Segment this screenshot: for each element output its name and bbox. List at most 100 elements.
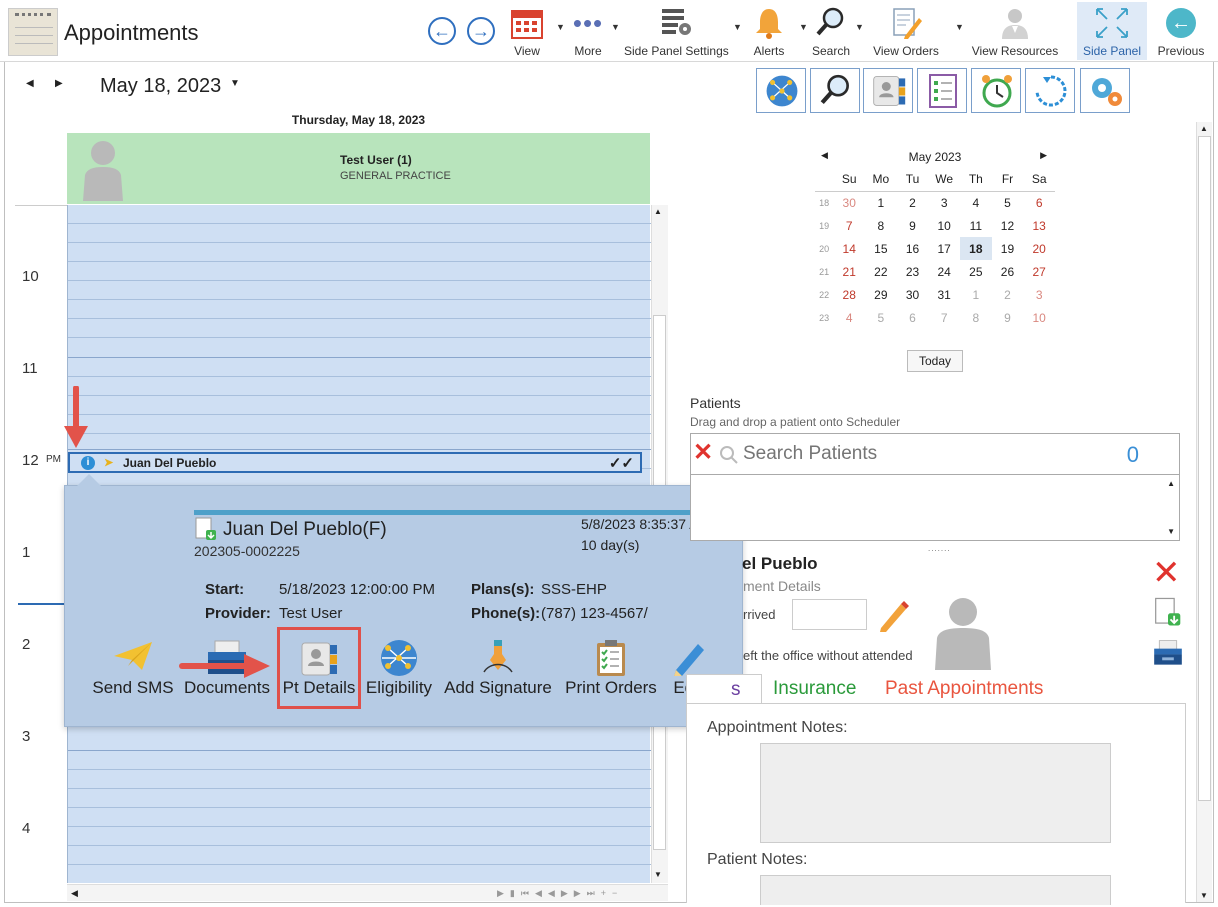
calendar-day[interactable]: 2 bbox=[897, 191, 929, 214]
calendar-day[interactable]: 7 bbox=[928, 306, 960, 329]
calendar-day[interactable]: 6 bbox=[897, 306, 929, 329]
calendar-day[interactable]: 4 bbox=[833, 306, 865, 329]
calendar-day[interactable]: 23 bbox=[897, 260, 929, 283]
calendar-day[interactable]: 21 bbox=[833, 260, 865, 283]
list-panel-button[interactable] bbox=[917, 68, 967, 113]
calendar-day[interactable]: 10 bbox=[1023, 306, 1055, 329]
calendar-day[interactable]: 6 bbox=[1023, 191, 1055, 214]
view-orders-button[interactable]: View Orders bbox=[868, 4, 944, 60]
calendar-day[interactable]: 1 bbox=[960, 283, 992, 306]
pt-details-button[interactable]: Pt Details bbox=[277, 627, 361, 709]
remove-icon[interactable]: ✕ bbox=[1152, 556, 1181, 590]
eligibility-button[interactable]: Eligibility bbox=[361, 636, 437, 706]
calendar-day[interactable]: 30 bbox=[897, 283, 929, 306]
back-arrow-icon[interactable]: ← bbox=[428, 17, 456, 45]
nav-buttons[interactable]: ▶▮⏮◀◀▶▶⏭+− bbox=[497, 888, 623, 899]
alarm-panel-button[interactable] bbox=[971, 68, 1021, 113]
list-scroll-up-icon[interactable]: ▲ bbox=[1167, 479, 1175, 488]
appointment-block[interactable]: i ➤ Juan Del Pueblo ✓✓ bbox=[68, 452, 642, 473]
more-dropdown-icon[interactable]: ▼ bbox=[611, 22, 620, 32]
calendar-day[interactable]: 30 bbox=[833, 191, 865, 214]
previous-button[interactable]: ← Previous bbox=[1152, 4, 1210, 60]
calendar-day[interactable]: 19 bbox=[992, 237, 1024, 260]
search-panel-button[interactable] bbox=[810, 68, 860, 113]
calendar-day[interactable]: 14 bbox=[833, 237, 865, 260]
calendar-day[interactable]: 7 bbox=[833, 214, 865, 237]
scroll-left-icon[interactable]: ◀ bbox=[71, 888, 78, 899]
grid-horizontal-scrollbar[interactable]: ◀ ▶▮⏮◀◀▶▶⏭+− bbox=[67, 884, 668, 901]
side-panel-settings-button[interactable]: Side Panel Settings bbox=[624, 4, 729, 60]
appointment-notes-field[interactable] bbox=[760, 743, 1111, 843]
patient-file-icon[interactable] bbox=[1152, 596, 1184, 628]
calendar-day[interactable]: 1 bbox=[865, 191, 897, 214]
patient-search-input[interactable] bbox=[743, 442, 1083, 466]
calendar-day[interactable]: 5 bbox=[992, 191, 1024, 214]
panel-scroll-down-icon[interactable]: ▼ bbox=[1200, 891, 1208, 900]
calendar-day[interactable]: 4 bbox=[960, 191, 992, 214]
side-panel-button[interactable]: Side Panel bbox=[1077, 2, 1147, 60]
alerts-dropdown-icon[interactable]: ▼ bbox=[799, 22, 808, 32]
alerts-button[interactable]: Alerts bbox=[746, 4, 792, 60]
current-date[interactable]: May 18, 2023 bbox=[100, 75, 221, 98]
tab-details[interactable]: s bbox=[686, 674, 762, 704]
calendar-day-selected[interactable]: 18 bbox=[960, 237, 992, 260]
info-icon[interactable]: i bbox=[81, 456, 95, 470]
calendar-day[interactable]: 12 bbox=[992, 214, 1024, 237]
side-panel-settings-dropdown-icon[interactable]: ▼ bbox=[733, 22, 742, 32]
list-scroll-down-icon[interactable]: ▼ bbox=[1167, 527, 1175, 536]
calendar-day[interactable]: 9 bbox=[992, 306, 1024, 329]
tab-insurance[interactable]: Insurance bbox=[773, 678, 856, 700]
add-signature-button[interactable]: Add Signature bbox=[439, 636, 557, 706]
prev-day-icon[interactable]: ◀ bbox=[26, 78, 34, 89]
calendar-day[interactable]: 26 bbox=[992, 260, 1024, 283]
calendar-day[interactable]: 28 bbox=[833, 283, 865, 306]
calendar-day[interactable]: 20 bbox=[1023, 237, 1055, 260]
print-orders-button[interactable]: Print Orders bbox=[561, 636, 661, 706]
today-button[interactable]: Today bbox=[907, 350, 963, 372]
calendar-day[interactable]: 10 bbox=[928, 214, 960, 237]
patient-list[interactable]: ▲ ▼ bbox=[690, 475, 1180, 541]
search-dropdown-icon[interactable]: ▼ bbox=[855, 22, 864, 32]
calendar-day[interactable]: 29 bbox=[865, 283, 897, 306]
panel-scroll-thumb[interactable] bbox=[1198, 136, 1211, 801]
arrived-input[interactable] bbox=[792, 599, 867, 630]
forward-arrow-icon[interactable]: → bbox=[467, 17, 495, 45]
more-button[interactable]: ••• More bbox=[565, 4, 611, 60]
calendar-day[interactable]: 9 bbox=[897, 214, 929, 237]
view-resources-button[interactable]: View Resources bbox=[970, 4, 1060, 60]
calendar-day[interactable]: 5 bbox=[865, 306, 897, 329]
calendar-day[interactable]: 24 bbox=[928, 260, 960, 283]
calendar-day[interactable]: 27 bbox=[1023, 260, 1055, 283]
edit-pencil-icon[interactable] bbox=[877, 598, 911, 632]
calendar-day[interactable]: 17 bbox=[928, 237, 960, 260]
scroll-down-icon[interactable]: ▼ bbox=[654, 870, 662, 879]
view-dropdown-icon[interactable]: ▼ bbox=[556, 22, 565, 32]
calendar-day[interactable]: 22 bbox=[865, 260, 897, 283]
refresh-panel-button[interactable] bbox=[1025, 68, 1075, 113]
date-dropdown-icon[interactable]: ▼ bbox=[230, 78, 240, 89]
calendar-day[interactable]: 15 bbox=[865, 237, 897, 260]
calendar-day[interactable]: 25 bbox=[960, 260, 992, 283]
calendar-day[interactable]: 11 bbox=[960, 214, 992, 237]
eligibility-panel-button[interactable] bbox=[756, 68, 806, 113]
send-sms-button[interactable]: Send SMS bbox=[91, 636, 175, 706]
next-month-icon[interactable]: ▶ bbox=[1040, 150, 1047, 161]
calendar-day[interactable]: 16 bbox=[897, 237, 929, 260]
patient-notes-field[interactable] bbox=[760, 875, 1111, 905]
view-button[interactable]: View bbox=[505, 4, 549, 60]
calendar-day[interactable]: 2 bbox=[992, 283, 1024, 306]
search-button[interactable]: Search bbox=[808, 4, 854, 60]
side-panel-scrollbar[interactable]: ▲ ▼ bbox=[1196, 122, 1212, 902]
calendar-day[interactable]: 8 bbox=[960, 306, 992, 329]
next-day-icon[interactable]: ▶ bbox=[55, 78, 63, 89]
scroll-up-icon[interactable]: ▲ bbox=[654, 207, 662, 216]
calendar-day[interactable]: 8 bbox=[865, 214, 897, 237]
view-orders-dropdown-icon[interactable]: ▼ bbox=[955, 22, 964, 32]
calendar-day[interactable]: 13 bbox=[1023, 214, 1055, 237]
patient-details-panel-button[interactable] bbox=[863, 68, 913, 113]
settings-panel-button[interactable] bbox=[1080, 68, 1130, 113]
calendar-day[interactable]: 31 bbox=[928, 283, 960, 306]
calendar-day[interactable]: 3 bbox=[1023, 283, 1055, 306]
calendar-day[interactable]: 3 bbox=[928, 191, 960, 214]
file-tray-icon[interactable] bbox=[1152, 638, 1184, 668]
